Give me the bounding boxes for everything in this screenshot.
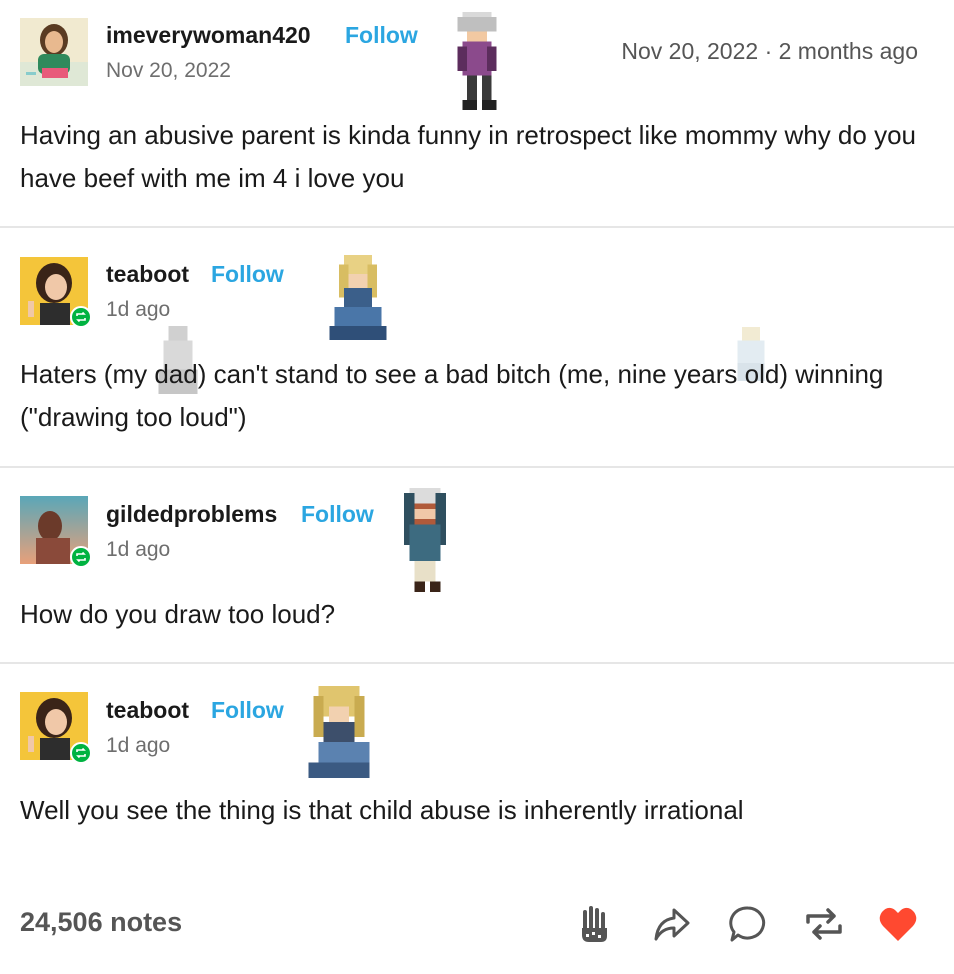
post-date: 1d ago xyxy=(106,538,171,561)
username-teaboot[interactable]: teaboot xyxy=(106,697,189,724)
share-icon[interactable] xyxy=(650,902,694,946)
post-divider xyxy=(0,662,954,664)
reblog-badge xyxy=(70,546,92,568)
avatar-imeverywoman420[interactable] xyxy=(20,18,88,86)
post-body-3: How do you draw too loud? xyxy=(20,599,336,629)
username-teaboot[interactable]: teaboot xyxy=(106,261,189,288)
follow-button-teaboot[interactable]: Follow xyxy=(211,261,284,288)
pixel-sprite-nun-teal xyxy=(404,488,446,592)
post-body-2: Haters (my dad) can't stand to see a bad… xyxy=(20,359,884,432)
username-imeverywoman420[interactable]: imeverywoman420 xyxy=(106,22,311,49)
post-body-4: Well you see the thing is that child abu… xyxy=(20,795,744,825)
like-icon[interactable] xyxy=(876,902,920,946)
username-gildedproblems[interactable]: gildedproblems xyxy=(106,501,277,528)
reblog-icon[interactable] xyxy=(802,902,846,946)
post-divider xyxy=(0,226,954,228)
follow-button-imeverywoman420[interactable]: Follow xyxy=(345,22,418,49)
hand-icon[interactable] xyxy=(574,902,618,946)
comment-icon[interactable] xyxy=(726,902,770,946)
pixel-sprite-blonde-kneeling xyxy=(308,686,370,778)
post-divider xyxy=(0,466,954,468)
reblog-badge xyxy=(70,306,92,328)
post-body-1: Having an abusive parent is kinda funny … xyxy=(20,120,916,193)
pixel-sprite-grey-hair xyxy=(457,12,497,110)
follow-button-teaboot[interactable]: Follow xyxy=(211,697,284,724)
post-timestamp: Nov 20, 2022 · 2 months ago xyxy=(621,38,918,64)
reblog-badge xyxy=(70,742,92,764)
follow-button-gildedproblems[interactable]: Follow xyxy=(301,501,374,528)
post-date: 1d ago xyxy=(106,298,171,321)
notes-count[interactable]: 24,506 notes xyxy=(20,907,182,938)
post-date: 1d ago xyxy=(106,734,171,757)
pixel-sprite-blonde-blue-dress xyxy=(329,255,387,341)
post-date: Nov 20, 2022 xyxy=(106,59,231,82)
